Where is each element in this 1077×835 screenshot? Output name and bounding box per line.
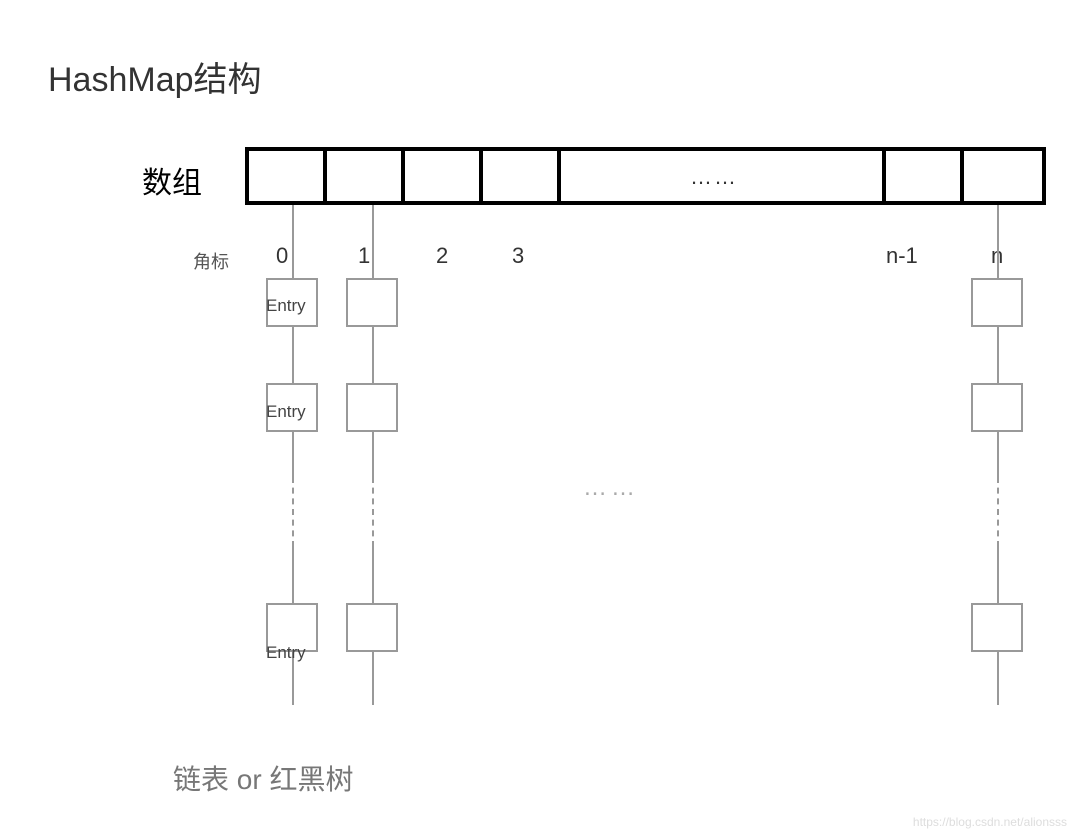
col0-dashed [292,477,294,547]
entry-box-c1-r2 [346,603,398,652]
middle-ellipsis: …… [583,474,639,502]
coln-line [997,205,999,477]
bottom-label: 链表 or 红黑树 [173,758,353,798]
entry-label-1: Entry [266,296,306,316]
entry-box-cn-r0 [971,278,1023,327]
array-container [245,147,1046,205]
array-cell-n [964,151,1042,201]
index-n1: n-1 [886,243,918,269]
index-3: 3 [512,243,524,269]
entry-box-c1-r1 [346,383,398,432]
watermark: https://blog.csdn.net/alionsss [913,815,1067,829]
array-label: 数组 [142,158,202,202]
entry-label-2: Entry [266,402,306,422]
entry-label-3: Entry [266,643,306,663]
col1-line [372,205,374,477]
diagram-title: HashMap结构 [48,52,262,101]
index-2: 2 [436,243,448,269]
entry-box-cn-r1 [971,383,1023,432]
array-cell-3 [483,151,561,201]
index-0: 0 [276,243,288,269]
col1-dashed [372,477,374,547]
array-ellipsis: …… [690,164,738,190]
col0-line [292,205,294,477]
coln-dashed [997,477,999,547]
array-cell-0 [249,151,327,201]
array-cell-n1 [886,151,964,201]
array-cell-1 [327,151,405,201]
index-1: 1 [358,243,370,269]
entry-box-cn-r2 [971,603,1023,652]
index-header-label: 角标 [193,248,229,274]
array-cell-2 [405,151,483,201]
entry-box-c1-r0 [346,278,398,327]
